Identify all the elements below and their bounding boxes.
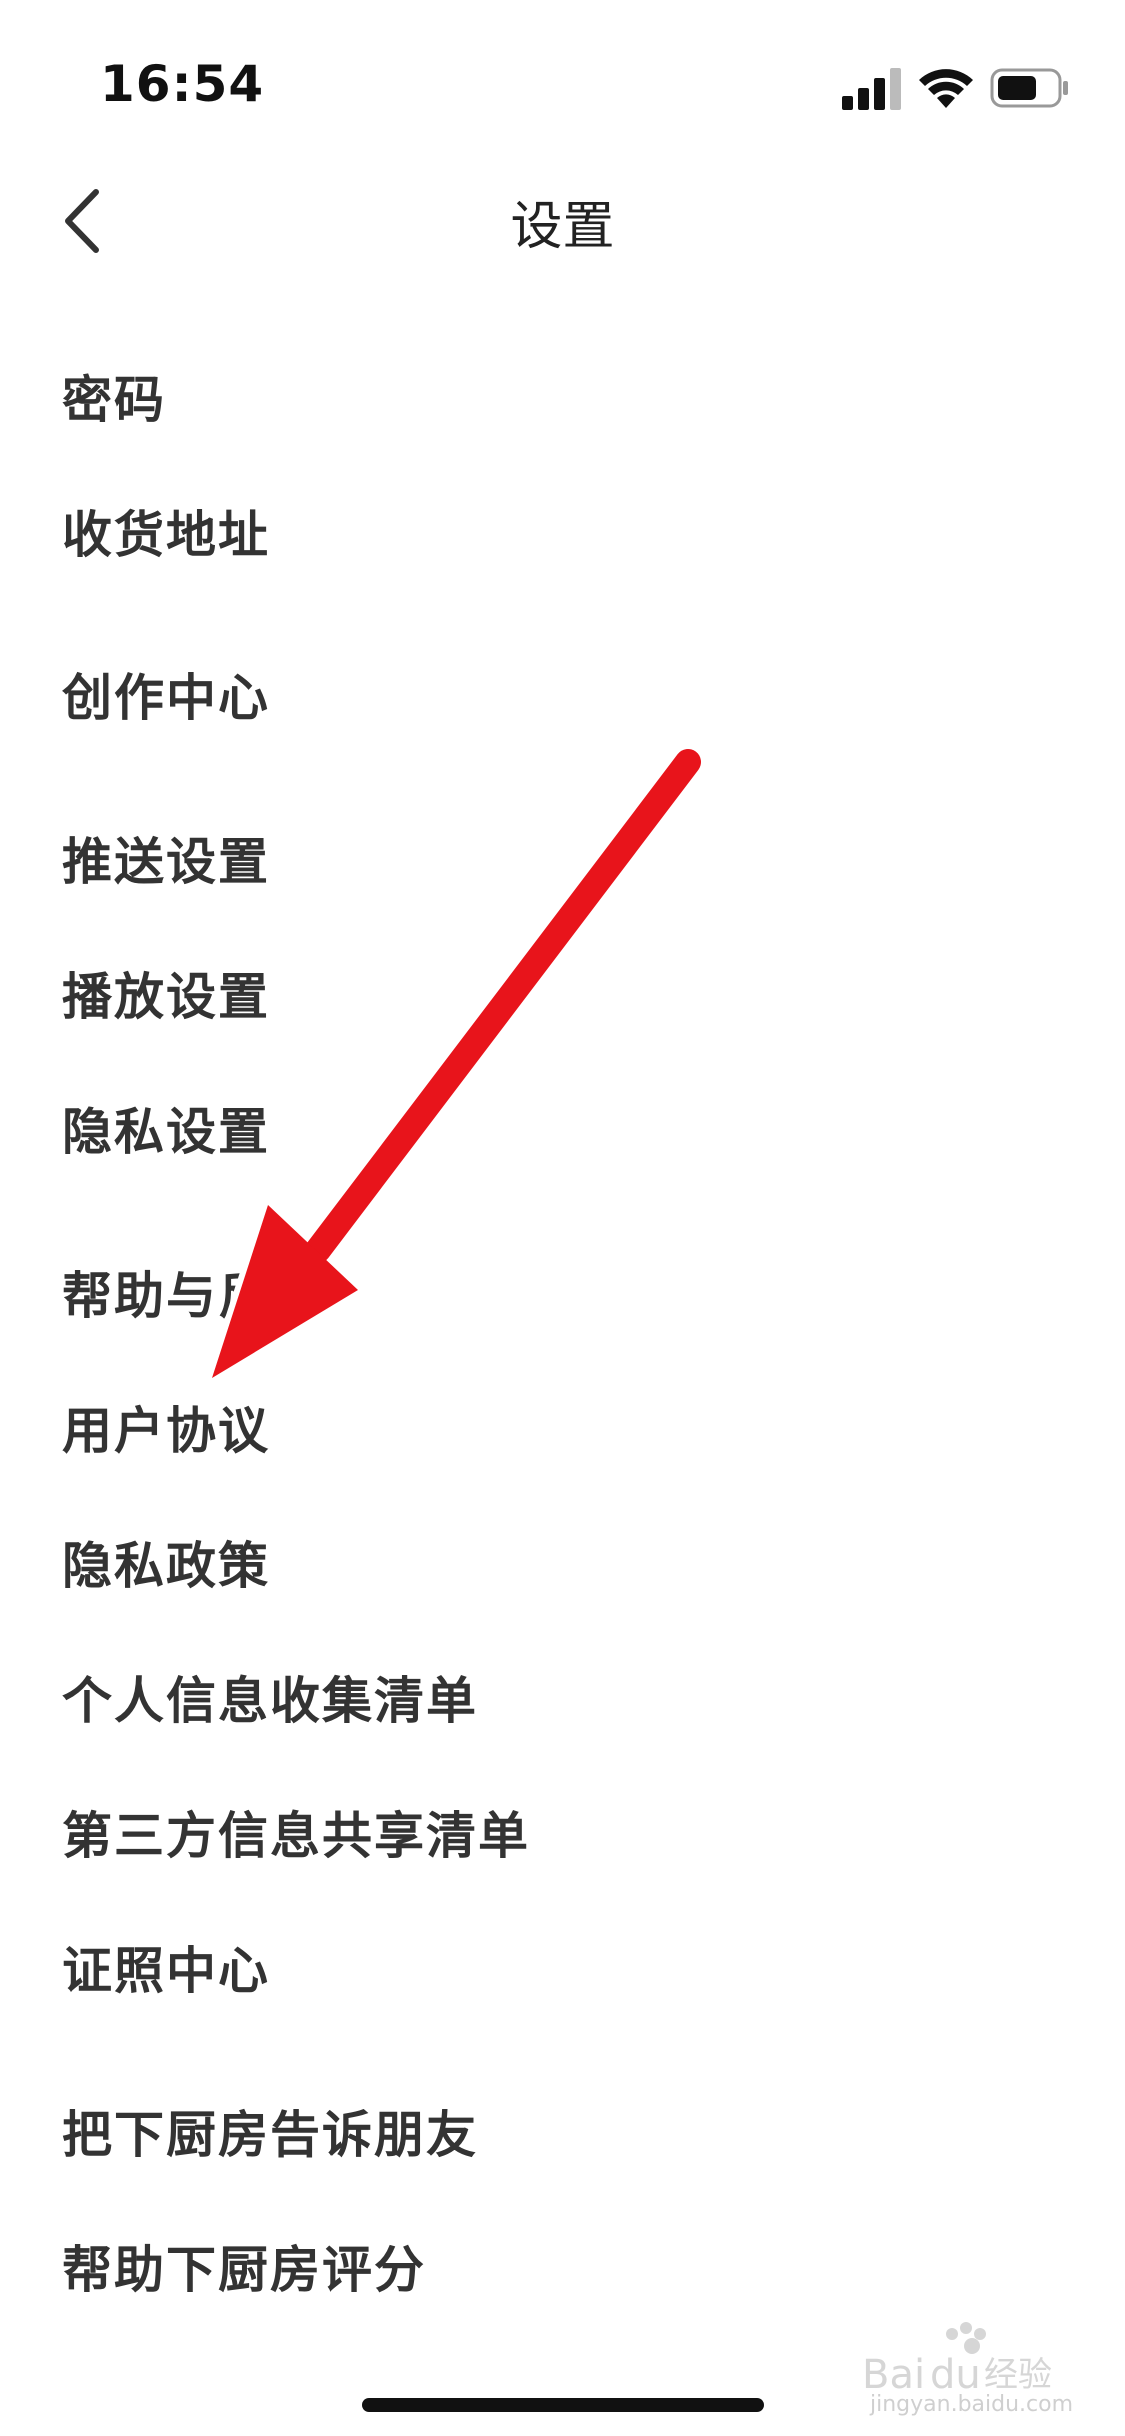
- settings-item-privacy-settings[interactable]: 隐私设置: [0, 1062, 1125, 1182]
- settings-item-label: 帮助下厨房评分: [62, 2241, 426, 2299]
- settings-item-help-feedback[interactable]: 帮助与反馈: [0, 1226, 1125, 1346]
- settings-item-share-app[interactable]: 把下厨房告诉朋友: [0, 2065, 1125, 2185]
- baidu-watermark-logo: Bai du 经验: [862, 2322, 1052, 2398]
- settings-item-privacy-policy[interactable]: 隐私政策: [0, 1496, 1125, 1616]
- status-bar: 16:54: [0, 0, 1125, 140]
- settings-item-label: 创作中心: [62, 669, 270, 727]
- settings-item-password[interactable]: 密码: [0, 330, 1125, 450]
- nav-bar: 设置: [0, 160, 1125, 280]
- svg-text:经验: 经验: [984, 2355, 1052, 2395]
- settings-item-label: 推送设置: [62, 833, 270, 891]
- settings-item-label: 隐私设置: [62, 1103, 270, 1161]
- settings-item-personal-info-list[interactable]: 个人信息收集清单: [0, 1631, 1125, 1751]
- watermark-url: jingyan.baidu.com: [870, 2392, 1074, 2417]
- signal-icon: [842, 68, 901, 110]
- settings-item-shipping-address[interactable]: 收货地址: [0, 465, 1125, 585]
- home-indicator[interactable]: [362, 2398, 764, 2412]
- settings-item-label: 帮助与反馈: [62, 1267, 322, 1325]
- settings-item-label: 隐私政策: [62, 1537, 270, 1595]
- battery-icon: [990, 68, 1068, 108]
- page-title: 设置: [510, 197, 615, 257]
- wifi-icon: [919, 69, 973, 108]
- settings-item-label: 第三方信息共享清单: [62, 1807, 530, 1865]
- settings-item-user-agreement[interactable]: 用户协议: [0, 1361, 1125, 1481]
- settings-item-push-settings[interactable]: 推送设置: [0, 792, 1125, 912]
- settings-item-rate-app[interactable]: 帮助下厨房评分: [0, 2200, 1125, 2320]
- settings-item-label: 密码: [62, 371, 166, 429]
- settings-item-creator-center[interactable]: 创作中心: [0, 628, 1125, 748]
- settings-item-label: 用户协议: [62, 1402, 270, 1460]
- status-time: 16:54: [100, 55, 265, 113]
- settings-item-license-center[interactable]: 证照中心: [0, 1901, 1125, 2021]
- settings-item-label: 把下厨房告诉朋友: [62, 2106, 478, 2164]
- settings-item-label: 播放设置: [62, 968, 270, 1026]
- settings-item-label: 证照中心: [62, 1942, 270, 2000]
- settings-item-playback-settings[interactable]: 播放设置: [0, 927, 1125, 1047]
- settings-item-label: 个人信息收集清单: [62, 1672, 478, 1730]
- settings-item-label: 收货地址: [62, 506, 270, 564]
- settings-item-third-party-sharing-list[interactable]: 第三方信息共享清单: [0, 1766, 1125, 1886]
